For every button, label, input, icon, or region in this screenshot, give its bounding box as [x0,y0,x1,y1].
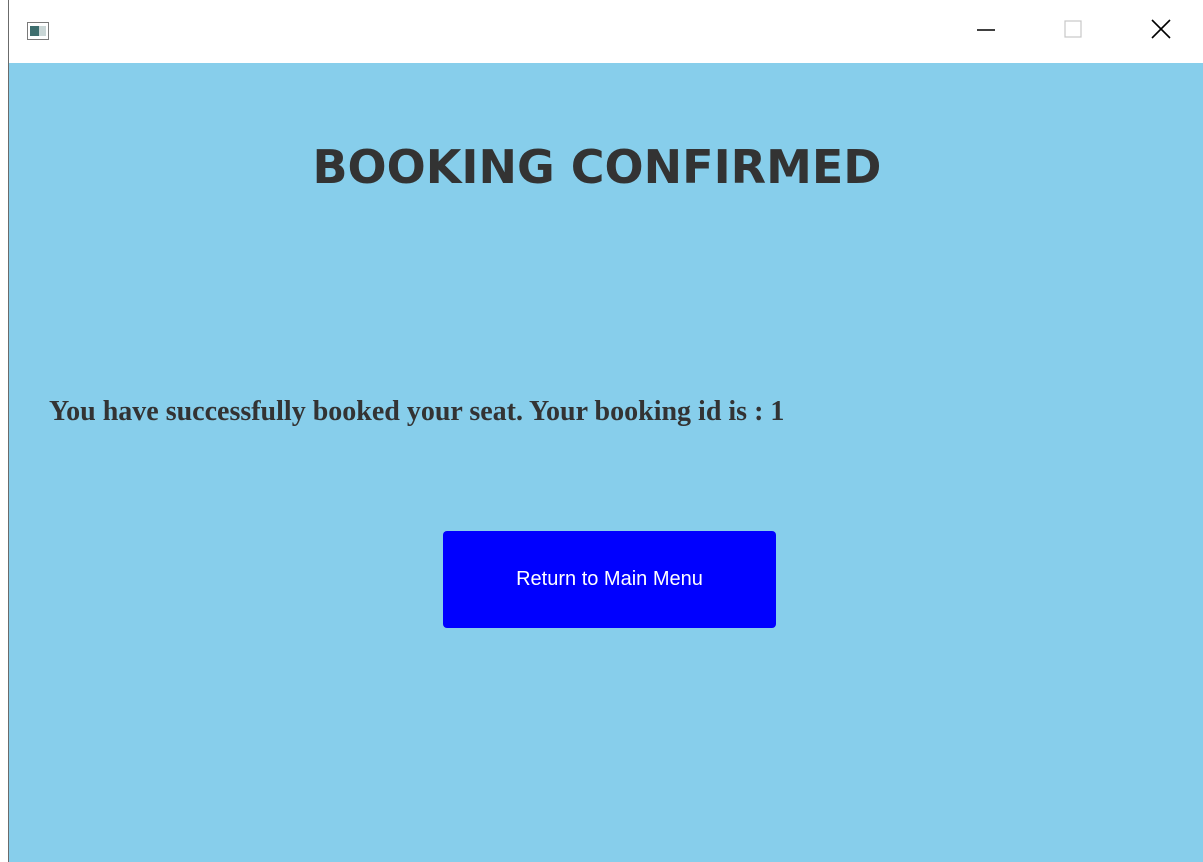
app-window: BOOKING CONFIRMED You have successfully … [0,0,1203,862]
page-title: BOOKING CONFIRMED [312,140,882,194]
title-bar[interactable] [9,0,1203,63]
return-to-main-menu-button[interactable]: Return to Main Menu [443,531,776,628]
app-icon [27,22,49,40]
close-button[interactable] [1131,0,1191,63]
confirmation-message: You have successfully booked your seat. … [49,396,785,427]
minimize-button[interactable] [956,0,1016,63]
booking-confirmation-panel: BOOKING CONFIRMED You have successfully … [9,63,1203,862]
maximize-icon [1063,19,1083,44]
maximize-button[interactable] [1043,0,1103,63]
minimize-icon [976,19,996,44]
close-icon [1150,18,1172,45]
